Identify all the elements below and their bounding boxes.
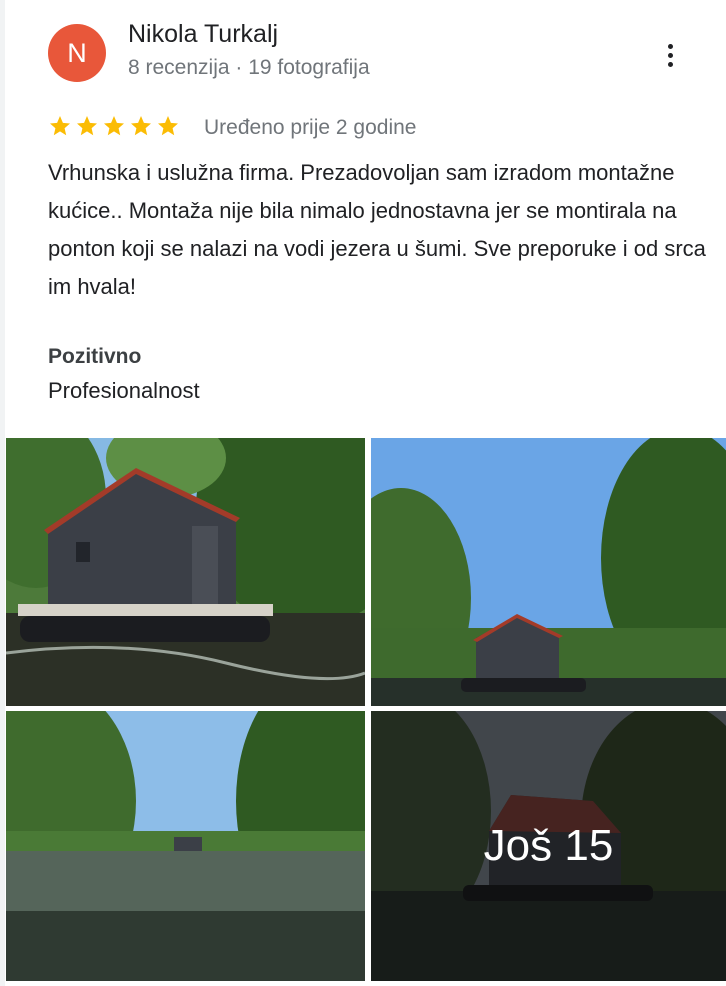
- star-icon: [50, 116, 70, 136]
- review-photo-1[interactable]: [6, 438, 365, 706]
- more-vert-icon[interactable]: [656, 38, 684, 74]
- review-photo-3[interactable]: [6, 711, 365, 981]
- positive-title: Pozitivno: [48, 345, 142, 368]
- avatar[interactable]: N: [48, 24, 106, 82]
- positive-value: Profesionalnost: [48, 378, 200, 403]
- review-photo-2[interactable]: [371, 438, 726, 706]
- star-icon: [77, 116, 97, 136]
- star-rating: [48, 114, 180, 138]
- more-photos-tile[interactable]: Još 15: [371, 711, 726, 981]
- edited-timestamp: Uređeno prije 2 godine: [204, 116, 417, 139]
- author-name[interactable]: Nikola Turkalj: [128, 20, 278, 49]
- left-divider: [0, 0, 5, 986]
- avatar-initial: N: [67, 37, 87, 68]
- author-meta[interactable]: 8 recenzija · 19 fotografija: [128, 56, 370, 80]
- review-text: Vrhunska i uslužna firma. Prezadovoljan …: [48, 160, 706, 299]
- star-icon: [104, 116, 124, 136]
- star-icon: [158, 116, 178, 136]
- star-icon: [131, 116, 151, 136]
- more-photos-label: Još 15: [483, 821, 614, 870]
